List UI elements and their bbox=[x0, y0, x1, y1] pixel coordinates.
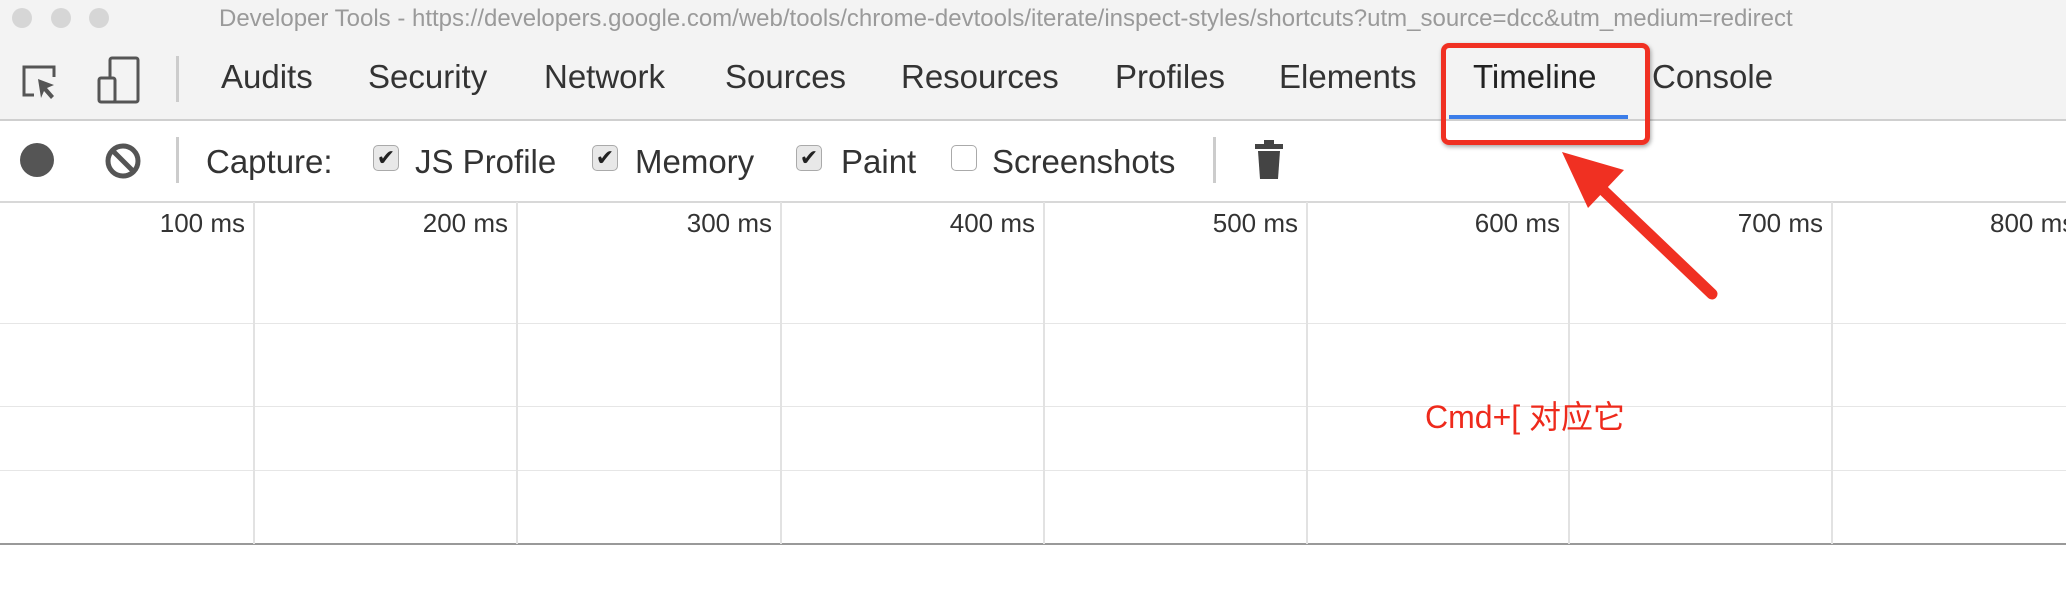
grid-row-line bbox=[0, 323, 2066, 324]
tab-console[interactable]: Console bbox=[1652, 58, 1773, 96]
ruler-tick-label: 300 ms bbox=[686, 208, 772, 238]
grid-line bbox=[780, 202, 782, 544]
overview-bottom-border bbox=[0, 543, 2066, 545]
device-mode-icon[interactable] bbox=[96, 56, 144, 106]
zoom-window-button[interactable] bbox=[89, 8, 109, 28]
grid-line bbox=[1306, 202, 1308, 544]
record-button[interactable] bbox=[20, 143, 54, 177]
ruler-tick-label: 500 ms bbox=[1212, 208, 1298, 238]
close-window-button[interactable] bbox=[12, 8, 32, 28]
annotation-text: Cmd+[ 对应它 bbox=[1425, 399, 1626, 435]
tab-elements[interactable]: Elements bbox=[1279, 58, 1417, 96]
capture-label: Capture: bbox=[206, 143, 333, 180]
trash-icon[interactable] bbox=[1254, 139, 1284, 181]
clear-icon[interactable] bbox=[104, 142, 142, 180]
arrow-icon bbox=[1562, 152, 1718, 300]
memory-label: Memory bbox=[635, 143, 755, 180]
js-profile-label: JS Profile bbox=[415, 143, 557, 180]
tab-resources[interactable]: Resources bbox=[901, 58, 1059, 96]
ruler-tick-label: 200 ms bbox=[422, 208, 508, 238]
tab-security[interactable]: Security bbox=[368, 58, 487, 96]
js-profile-checkbox[interactable]: ✔ bbox=[373, 145, 399, 171]
ruler-tick-label: 100 ms bbox=[159, 208, 245, 238]
minimize-window-button[interactable] bbox=[51, 8, 71, 28]
grid-line bbox=[1831, 202, 1833, 544]
ruler-tick-label: 600 ms bbox=[1474, 208, 1560, 238]
grid-line bbox=[253, 202, 255, 544]
inspect-element-icon[interactable] bbox=[20, 62, 62, 104]
title-bar: Developer Tools - https://developers.goo… bbox=[0, 0, 2066, 40]
screenshots-checkbox[interactable] bbox=[951, 145, 977, 171]
timeline-toolbar: Capture: ✔ JS Profile ✔ Memory ✔ Paint S… bbox=[0, 121, 2066, 203]
paint-checkbox[interactable]: ✔ bbox=[796, 145, 822, 171]
memory-checkbox[interactable]: ✔ bbox=[592, 145, 618, 171]
ruler-tick-label: 400 ms bbox=[949, 208, 1035, 238]
grid-line bbox=[1043, 202, 1045, 544]
grid-row-line bbox=[0, 470, 2066, 471]
tab-network[interactable]: Network bbox=[544, 58, 665, 96]
divider bbox=[176, 137, 179, 183]
grid-row-line bbox=[0, 406, 2066, 407]
tab-profiles[interactable]: Profiles bbox=[1115, 58, 1225, 96]
panel-tab-bar: Audits Security Network Sources Resource… bbox=[0, 40, 2066, 121]
tab-sources[interactable]: Sources bbox=[725, 58, 846, 96]
screenshots-label: Screenshots bbox=[992, 143, 1176, 180]
tab-audits[interactable]: Audits bbox=[221, 58, 313, 96]
highlight-box bbox=[1441, 43, 1650, 145]
window-title: Developer Tools - https://developers.goo… bbox=[219, 5, 1793, 32]
divider bbox=[1213, 137, 1216, 183]
paint-label: Paint bbox=[841, 143, 917, 180]
divider bbox=[176, 56, 179, 102]
grid-line bbox=[516, 202, 518, 544]
ruler-tick-label: 800 ms bbox=[1990, 208, 2066, 238]
